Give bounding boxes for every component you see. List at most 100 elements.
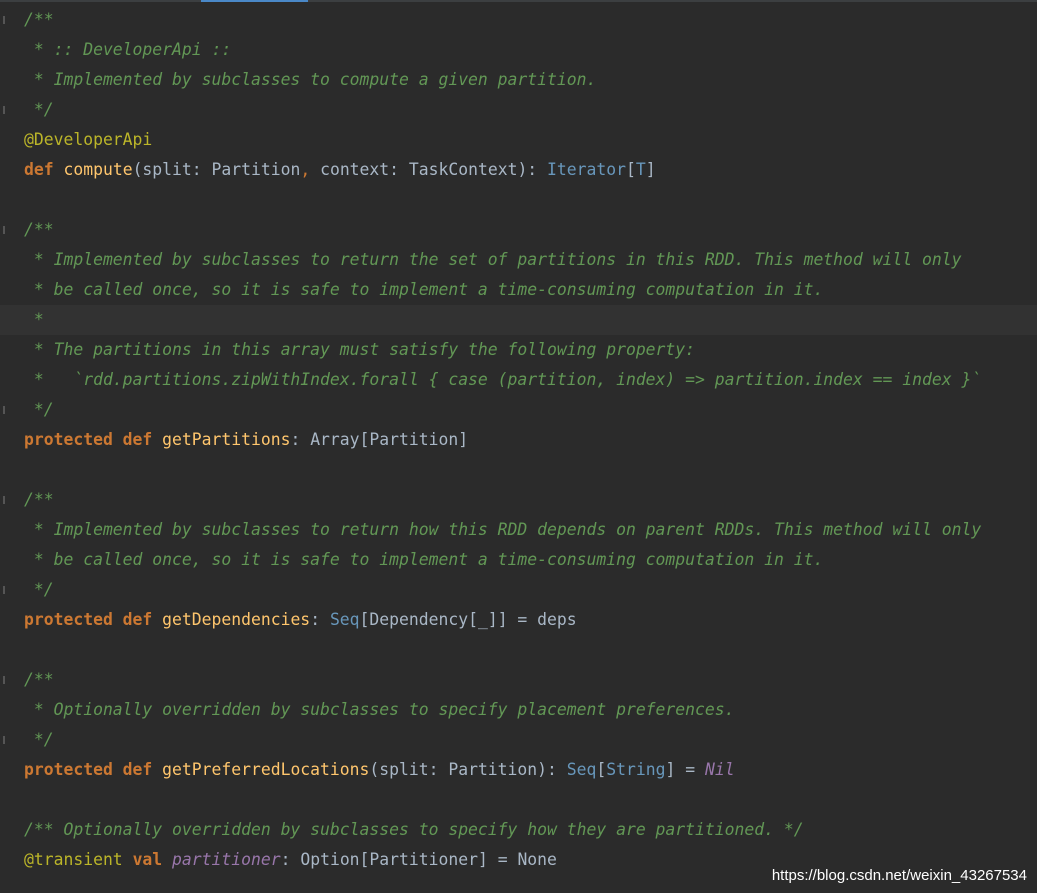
- doc-comment-line[interactable]: */: [0, 95, 1037, 125]
- blank-line[interactable]: [0, 635, 1037, 665]
- line-text: */: [24, 95, 54, 125]
- code-token: ]: [645, 160, 656, 179]
- code-editor[interactable]: /** * :: DeveloperApi :: * Implemented b…: [0, 0, 1037, 893]
- code-token: protected def: [24, 430, 163, 449]
- code-token: * Implemented by subclasses to return ho…: [24, 520, 982, 539]
- fold-marker-icon[interactable]: [3, 16, 5, 24]
- doc-comment-line[interactable]: */: [0, 725, 1037, 755]
- line-text: /**: [24, 485, 54, 515]
- code-token: Nil: [704, 760, 735, 779]
- code-token: * be called once, so it is safe to imple…: [24, 550, 824, 569]
- watermark-url: https://blog.csdn.net/weixin_43267534: [771, 867, 1027, 884]
- line-text: * be called once, so it is safe to imple…: [24, 275, 823, 305]
- code-line[interactable]: def compute(split: Partition, context: T…: [0, 155, 1037, 185]
- line-text: protected def getPreferredLocations(spli…: [24, 755, 735, 785]
- code-token: val: [132, 850, 173, 869]
- line-text: @DeveloperApi: [24, 125, 152, 155]
- doc-comment-line[interactable]: */: [0, 575, 1037, 605]
- code-token: /**: [24, 10, 54, 29]
- code-token: protected def: [24, 610, 163, 629]
- code-token: * Implemented by subclasses to compute a…: [24, 70, 597, 89]
- code-line[interactable]: @DeveloperApi: [0, 125, 1037, 155]
- doc-comment-line[interactable]: * be called once, so it is safe to imple…: [0, 275, 1037, 305]
- code-token: T: [635, 160, 646, 179]
- line-text: * Implemented by subclasses to compute a…: [24, 65, 596, 95]
- code-token: @DeveloperApi: [24, 130, 153, 149]
- code-token: getPartitions: [162, 430, 291, 449]
- code-token: ,: [300, 160, 321, 179]
- fold-marker-icon[interactable]: [3, 586, 5, 594]
- line-text: */: [24, 395, 54, 425]
- code-token: * Implemented by subclasses to return th…: [24, 250, 962, 269]
- code-token: * Optionally overridden by subclasses to…: [24, 700, 735, 719]
- code-token: ] =: [665, 760, 705, 779]
- doc-comment-line[interactable]: * Implemented by subclasses to compute a…: [0, 65, 1037, 95]
- code-line[interactable]: protected def getDependencies: Seq[Depen…: [0, 605, 1037, 635]
- code-token: [: [626, 160, 636, 179]
- doc-comment-line[interactable]: * Optionally overridden by subclasses to…: [0, 695, 1037, 725]
- line-text: protected def getPartitions: Array[Parti…: [24, 425, 468, 455]
- doc-comment-line[interactable]: * The partitions in this array must sati…: [0, 335, 1037, 365]
- line-text: */: [24, 575, 54, 605]
- line-text: * The partitions in this array must sati…: [24, 335, 695, 365]
- code-token: getDependencies: [162, 610, 311, 629]
- code-token: /**: [24, 220, 54, 239]
- code-token: context: TaskContext):: [320, 160, 548, 179]
- line-text: * Implemented by subclasses to return th…: [24, 245, 962, 275]
- line-text: * Implemented by subclasses to return ho…: [24, 515, 981, 545]
- code-token: (split: Partition: [132, 160, 301, 179]
- code-token: /**: [24, 490, 54, 509]
- code-token: :: [310, 610, 330, 629]
- doc-comment-line[interactable]: * Implemented by subclasses to return th…: [0, 245, 1037, 275]
- code-token: * The partitions in this array must sati…: [24, 340, 696, 359]
- code-token: /**: [24, 670, 54, 689]
- blank-line[interactable]: [0, 785, 1037, 815]
- code-token: *: [24, 310, 44, 329]
- doc-comment-line[interactable]: *: [0, 305, 1037, 335]
- line-text: /**: [24, 215, 54, 245]
- code-token: (split: Partition):: [369, 760, 567, 779]
- doc-comment-line[interactable]: /** Optionally overridden by subclasses …: [0, 815, 1037, 845]
- line-text: */: [24, 725, 54, 755]
- code-token: */: [24, 730, 54, 749]
- doc-comment-line[interactable]: /**: [0, 5, 1037, 35]
- fold-marker-icon[interactable]: [3, 406, 5, 414]
- code-token: String: [606, 760, 666, 779]
- blank-line[interactable]: [0, 185, 1037, 215]
- active-tab-indicator[interactable]: [201, 0, 308, 2]
- blank-line[interactable]: [0, 455, 1037, 485]
- doc-comment-line[interactable]: /**: [0, 665, 1037, 695]
- code-token: * be called once, so it is safe to imple…: [24, 280, 824, 299]
- doc-comment-line[interactable]: /**: [0, 485, 1037, 515]
- code-line[interactable]: protected def getPreferredLocations(spli…: [0, 755, 1037, 785]
- code-token: def: [24, 160, 64, 179]
- line-text: * be called once, so it is safe to imple…: [24, 545, 823, 575]
- line-text: * :: DeveloperApi ::: [24, 35, 231, 65]
- fold-marker-icon[interactable]: [3, 676, 5, 684]
- fold-marker-icon[interactable]: [3, 736, 5, 744]
- line-text: /**: [24, 665, 54, 695]
- line-text: *: [24, 305, 44, 335]
- doc-comment-line[interactable]: * be called once, so it is safe to imple…: [0, 545, 1037, 575]
- doc-comment-line[interactable]: * `rdd.partitions.zipWithIndex.forall { …: [0, 365, 1037, 395]
- code-token: Iterator: [547, 160, 626, 179]
- fold-marker-icon[interactable]: [3, 496, 5, 504]
- code-token: getPreferredLocations: [162, 760, 370, 779]
- code-token: */: [24, 100, 54, 119]
- code-token: [: [596, 760, 607, 779]
- code-token: : Array[Partition]: [290, 430, 469, 449]
- code-token: protected def: [24, 760, 163, 779]
- code-token: * `rdd.partitions.zipWithIndex.forall { …: [24, 370, 982, 389]
- doc-comment-line[interactable]: /**: [0, 215, 1037, 245]
- code-token: Seq: [329, 610, 360, 629]
- fold-marker-icon[interactable]: [3, 106, 5, 114]
- doc-comment-line[interactable]: * Implemented by subclasses to return ho…: [0, 515, 1037, 545]
- line-text: * `rdd.partitions.zipWithIndex.forall { …: [24, 365, 981, 395]
- code-token: * :: DeveloperApi ::: [24, 40, 232, 59]
- code-token: */: [24, 400, 54, 419]
- fold-marker-icon[interactable]: [3, 226, 5, 234]
- code-token: [Dependency[_]] = deps: [359, 610, 577, 629]
- doc-comment-line[interactable]: */: [0, 395, 1037, 425]
- doc-comment-line[interactable]: * :: DeveloperApi ::: [0, 35, 1037, 65]
- code-line[interactable]: protected def getPartitions: Array[Parti…: [0, 425, 1037, 455]
